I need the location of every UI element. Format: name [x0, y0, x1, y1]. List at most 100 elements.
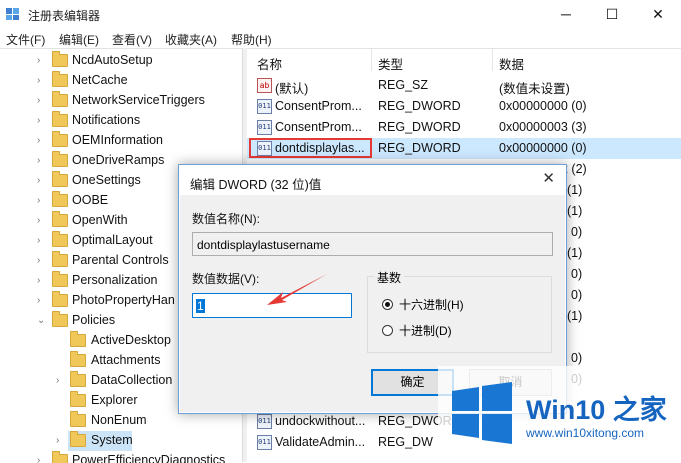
chevron-right-icon[interactable]: ›: [37, 276, 45, 286]
value-name: ConsentProm...: [275, 99, 362, 113]
folder-icon: [52, 51, 68, 67]
chevron-right-icon[interactable]: ›: [37, 116, 45, 126]
column-divider[interactable]: [371, 49, 372, 71]
hex-radio-label[interactable]: 十六进制(H): [399, 296, 464, 313]
tree-item-label: System: [91, 433, 133, 447]
folder-open-icon: [52, 311, 68, 327]
folder-icon: [70, 431, 86, 447]
column-header-data[interactable]: 数据: [499, 54, 524, 73]
folder-icon: [52, 271, 68, 287]
binary-value-icon: 011: [257, 435, 272, 450]
tree-item-label: NonEnum: [91, 413, 147, 427]
tree-item[interactable]: › NcdAutoSetup: [0, 51, 240, 71]
value-data: 0x00000000 (0): [499, 141, 587, 155]
chevron-right-icon[interactable]: ›: [37, 196, 45, 206]
value-row[interactable]: 011 ConsentProm... REG_DWORD 0x00000003 (3): [247, 117, 681, 138]
folder-icon: [52, 71, 68, 87]
chevron-right-icon[interactable]: ›: [37, 296, 45, 306]
chevron-right-icon[interactable]: ›: [37, 56, 45, 66]
value-data: 0): [571, 225, 583, 239]
dec-radio-label[interactable]: 十进制(D): [399, 322, 452, 339]
tree-item-label: OptimalLayout: [72, 233, 153, 247]
value-name: ConsentProm...: [275, 120, 362, 134]
chevron-right-icon[interactable]: ›: [37, 156, 45, 166]
tree-item[interactable]: NonEnum: [0, 411, 240, 431]
folder-icon: [70, 411, 86, 427]
folder-icon: [52, 191, 68, 207]
value-type: REG_DW: [378, 435, 433, 449]
column-header-type[interactable]: 类型: [378, 54, 403, 73]
tree-item[interactable]: › NetCache: [0, 71, 240, 91]
chevron-right-icon[interactable]: ›: [37, 96, 45, 106]
value-data: 0x00000000 (0): [499, 99, 587, 113]
arrow-shape: [267, 274, 327, 305]
value-name-label: 数值名称(N):: [192, 212, 260, 226]
arrow-annotation-icon: [267, 274, 327, 305]
value-name: (默认): [275, 82, 309, 96]
tree-item-label: Attachments: [91, 353, 161, 367]
value-row[interactable]: 011 ConsentProm... REG_DWORD 0x00000000 (0): [247, 96, 681, 117]
menu-favorites[interactable]: 收藏夹(A): [165, 31, 217, 48]
tree-item[interactable]: › OEMInformation: [0, 131, 240, 151]
value-type: REG_SZ: [378, 78, 429, 92]
folder-icon: [52, 171, 68, 187]
tree-item-label: OEMInformation: [72, 133, 164, 147]
chevron-right-icon[interactable]: ›: [56, 376, 64, 386]
watermark: Win10 之家 www.win10xitong.com: [438, 366, 681, 462]
hex-radio[interactable]: [382, 299, 393, 310]
chevron-right-icon[interactable]: ›: [37, 216, 45, 226]
value-row-selected[interactable]: 011 dontdisplaylas... REG_DWORD 0x00000000 …: [247, 138, 681, 159]
chevron-right-icon[interactable]: ›: [37, 256, 45, 266]
value-type: REG_DWORD: [378, 120, 461, 134]
watermark-title: Win10 之家: [526, 395, 667, 425]
chevron-right-icon[interactable]: ›: [37, 236, 45, 246]
tree-item-label: NetCache: [72, 73, 128, 87]
binary-value-icon: 011: [257, 120, 272, 135]
value-data: (1): [567, 309, 583, 323]
tree-item[interactable]: › Notifications: [0, 111, 240, 131]
chevron-right-icon[interactable]: ›: [37, 136, 45, 146]
folder-icon: [52, 251, 68, 267]
tree-item-label: OOBE: [72, 193, 109, 207]
chevron-right-icon[interactable]: ›: [37, 176, 45, 186]
chevron-down-icon[interactable]: ⌄: [37, 316, 45, 326]
folder-icon: [52, 291, 68, 307]
value-data: 0): [571, 267, 583, 281]
value-data-text: 1: [196, 299, 205, 313]
title-bar: 注册表编辑器 ─ ☐ ✕: [0, 0, 681, 28]
binary-value-icon: 011: [257, 99, 272, 114]
maximize-button[interactable]: ☐: [589, 0, 635, 28]
tree-item[interactable]: › NetworkServiceTriggers: [0, 91, 240, 111]
close-icon[interactable]: ✕: [542, 169, 555, 187]
value-type: REG_DWORD: [378, 99, 461, 113]
tree-item-label: OneSettings: [72, 173, 141, 187]
dec-radio[interactable]: [382, 325, 393, 336]
base-group-title: 基数: [374, 269, 405, 286]
minimize-button[interactable]: ─: [543, 0, 589, 28]
chevron-right-icon[interactable]: ›: [37, 76, 45, 86]
menu-file[interactable]: 文件(F): [6, 31, 45, 48]
close-window-button[interactable]: ✕: [635, 0, 681, 28]
tree-item[interactable]: › System: [0, 431, 240, 451]
tree-item[interactable]: › PowerEfficiencyDiagnostics: [0, 451, 240, 463]
menu-view[interactable]: 查看(V): [112, 31, 152, 48]
column-header-name[interactable]: 名称: [257, 54, 282, 73]
tree-item-label: Personalization: [72, 273, 158, 287]
regedit-icon: [6, 8, 19, 20]
menu-help[interactable]: 帮助(H): [231, 31, 272, 48]
menu-edit[interactable]: 编辑(E): [59, 31, 99, 48]
tree-item-label: PhotoPropertyHan: [72, 293, 175, 307]
folder-icon: [52, 231, 68, 247]
value-data: (1): [567, 246, 583, 260]
column-divider[interactable]: [492, 49, 493, 71]
value-data-label: 数值数据(V):: [192, 272, 260, 286]
value-data: (1): [567, 204, 583, 218]
windows-logo-icon: [452, 382, 512, 444]
value-row[interactable]: ab (默认) REG_SZ (数值未设置): [247, 75, 681, 96]
folder-icon: [52, 91, 68, 107]
tree-item-label: Parental Controls: [72, 253, 169, 267]
folder-icon: [70, 391, 86, 407]
chevron-right-icon[interactable]: ›: [56, 436, 64, 446]
tree-item-label: ActiveDesktop: [91, 333, 171, 347]
menu-bar: 文件(F) 编辑(E) 查看(V) 收藏夹(A) 帮助(H): [0, 28, 681, 48]
